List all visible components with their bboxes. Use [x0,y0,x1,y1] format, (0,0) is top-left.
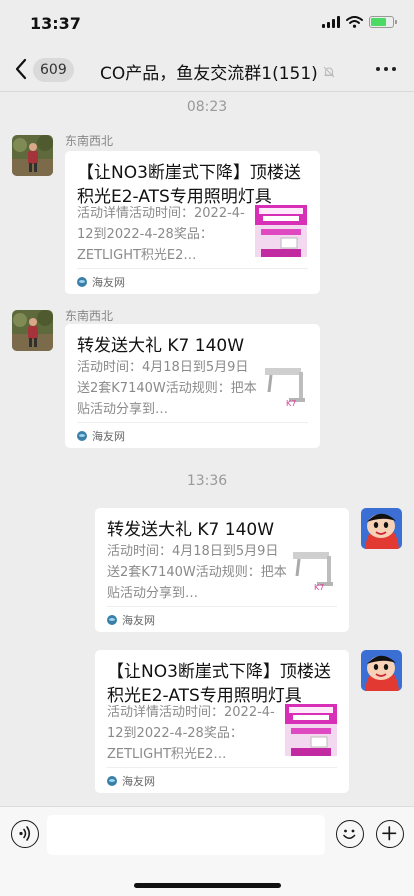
card-source: 海友网 [77,268,308,294]
emoji-icon[interactable] [336,820,364,848]
unread-count-badge[interactable]: 609 [33,58,74,82]
card-description: 活动时间：4月18日到5月9日送2套K7140W活动规则：把本贴活动分享到… [107,544,287,601]
card-source: 海友网 [77,422,308,448]
card-description: 活动详情活动时间：2022-4-12到2022-4-28奖品：ZETLIGHT积… [77,206,245,263]
status-bar: 13:37 [0,0,414,46]
card-source: 海友网 [107,606,337,632]
source-globe-icon [77,276,87,287]
link-card[interactable]: 转发送大礼 K7 140W 活动时间：4月18日到5月9日送2套K7140W活动… [65,324,320,448]
chat-header: 609 CO产品，鱼友交流群1(151) [0,46,414,92]
plus-icon[interactable] [376,820,404,848]
source-globe-icon [107,614,117,625]
card-title: 转发送大礼 K7 140W [77,336,245,356]
home-indicator [134,883,281,888]
message-input[interactable] [47,815,325,855]
card-title: 【让NO3断崖式下降】顶楼送积光E2-ATS专用照明灯具 [107,662,331,706]
my-avatar[interactable] [361,650,402,691]
back-arrow-icon[interactable] [14,57,28,81]
source-name: 海友网 [122,613,155,627]
time-separator: 08:23 [186,99,228,115]
link-card[interactable]: 转发送大礼 K7 140W 活动时间：4月18日到5月9日送2套K7140W活动… [95,508,349,632]
card-thumbnail-lights [285,704,337,756]
source-name: 海友网 [122,774,155,788]
source-name: 海友网 [92,275,125,289]
voice-icon[interactable] [11,820,39,848]
status-time: 13:37 [30,14,81,33]
source-name: 海友网 [92,429,125,443]
card-title: 【让NO3断崖式下降】顶楼送积光E2-ATS专用照明灯具 [77,163,301,207]
card-description: 活动时间：4月18日到5月9日送2套K7140W活动规则：把本贴活动分享到… [77,360,257,417]
card-source: 海友网 [107,767,337,793]
wifi-icon [346,16,363,28]
chat-title-group: CO产品，鱼友交流群1(151) [100,59,336,84]
status-icons [322,16,397,28]
signal-icon [322,16,340,28]
source-globe-icon [107,775,117,786]
sender-name: 东南西北 [65,134,114,148]
avatar[interactable] [12,135,53,176]
avatar[interactable] [12,310,53,351]
battery-charging-icon [369,16,397,28]
card-thumbnail-lights [255,205,307,257]
my-avatar[interactable] [361,508,402,549]
card-thumbnail-lamp: K7 [259,362,311,414]
time-separator: 13:36 [186,473,228,489]
mute-bell-icon [323,66,335,77]
chat-title: CO产品，鱼友交流群1(151) [100,64,318,84]
source-globe-icon [77,430,87,441]
more-icon[interactable] [376,67,396,71]
link-card[interactable]: 【让NO3断崖式下降】顶楼送积光E2-ATS专用照明灯具 活动详情活动时间：20… [95,650,349,793]
sender-name: 东南西北 [65,309,114,323]
svg-text:K7: K7 [286,399,296,408]
link-card[interactable]: 【让NO3断崖式下降】顶楼送积光E2-ATS专用照明灯具 活动详情活动时间：20… [65,151,320,294]
card-title: 转发送大礼 K7 140W [107,520,275,540]
card-thumbnail-lamp: K7 [287,546,339,598]
svg-text:K7: K7 [314,583,324,592]
card-description: 活动详情活动时间：2022-4-12到2022-4-28奖品：ZETLIGHT积… [107,705,275,762]
